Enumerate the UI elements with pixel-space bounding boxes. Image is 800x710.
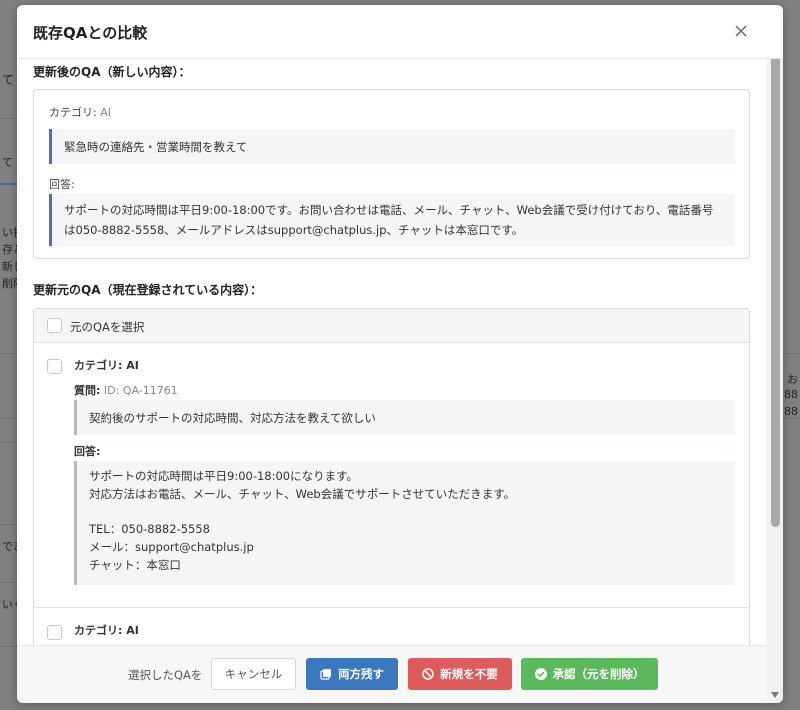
cancel-button-label: キャンセル: [224, 667, 283, 681]
check-circle-icon: [534, 668, 547, 680]
qa-item-category: カテゴリ: AI: [74, 622, 139, 638]
copy-icon: [320, 668, 332, 680]
answer-line: メール：support@chatplus.jp: [89, 540, 254, 554]
item-divider: [34, 607, 749, 608]
qa-item-question-meta: 質問: ID: QA-11761: [74, 382, 178, 398]
new-question: 緊急時の連絡先・営業時間を教えて: [49, 129, 735, 164]
bg-divider: [780, 353, 800, 354]
category-value: AI: [126, 624, 139, 637]
ban-icon: [422, 668, 434, 680]
reject-new-label: 新規を不要: [440, 667, 498, 681]
cancel-button[interactable]: キャンセル: [211, 658, 296, 690]
question-label: 質問:: [74, 384, 101, 397]
old-question: 契約後のサポートの対応時間、対応方法を教えて欲しい: [74, 400, 735, 435]
new-qa-heading: 更新後のQA（新しい内容）：: [33, 65, 191, 79]
qa-item-category: カテゴリ: AI: [74, 357, 139, 373]
scroll-down-arrow-icon[interactable]: [770, 691, 780, 699]
modal-footer: 選択したQAを キャンセル 両方残す 新規を不要 承認（元を削除）: [17, 645, 783, 703]
old-answer: サポートの対応時間は平日9:00-18:00になります。 対応方法はお電話、メー…: [74, 461, 735, 585]
answer-line: サポートの対応時間は平日9:00-18:00になります。: [89, 469, 358, 483]
qa-item-checkbox[interactable]: [47, 625, 62, 640]
select-all-bar[interactable]: 元のQAを選択: [34, 309, 749, 343]
category-label: カテゴリ:: [74, 624, 123, 637]
question-id: ID: QA-11761: [103, 384, 178, 397]
modal-body: 更新後のQA（新しい内容）： カテゴリ: AI 緊急時の連絡先・営業時間を教えて…: [17, 59, 767, 645]
close-icon[interactable]: [733, 23, 749, 39]
select-all-checkbox[interactable]: [47, 318, 62, 333]
approve-button[interactable]: 承認（元を削除）: [521, 658, 658, 690]
qa-item-checkbox[interactable]: [47, 359, 62, 374]
modal-scrollbar[interactable]: [767, 5, 783, 703]
approve-label: 承認（元を削除）: [552, 667, 645, 681]
bg-text: 88: [784, 388, 798, 401]
category-value: AI: [126, 359, 139, 372]
new-answer-label: 回答:: [49, 178, 75, 191]
old-answer-label: 回答:: [74, 445, 101, 458]
reject-new-button[interactable]: 新規を不要: [408, 658, 512, 690]
modal-title: 既存QAとの比較: [33, 24, 148, 42]
category-value: AI: [100, 106, 111, 119]
bg-divider: [780, 418, 800, 419]
category-label: カテゴリ:: [49, 106, 97, 119]
modal-header: 既存QAとの比較: [17, 5, 783, 59]
new-answer: サポートの対応時間は平日9:00-18:00です。お問い合わせは電話、メール、チ…: [49, 194, 735, 246]
old-qa-heading: 更新元のQA（現在登録されている内容）：: [33, 283, 263, 297]
old-qa-card: 元のQAを選択 カテゴリ: AI 質問: ID: QA-11761 契約後のサポ…: [33, 308, 750, 645]
keep-both-button[interactable]: 両方残す: [306, 658, 398, 690]
bg-text: 88: [784, 405, 798, 418]
answer-line: 対応方法はお電話、メール、チャット、Web会議でサポートさせていただきます。: [89, 487, 516, 501]
scrollbar-thumb[interactable]: [771, 37, 780, 527]
category-label: カテゴリ:: [74, 359, 123, 372]
select-all-label: 元のQAを選択: [70, 320, 145, 334]
footer-label: 選択したQAを: [128, 668, 203, 682]
new-qa-category: カテゴリ: AI: [49, 104, 111, 120]
bg-text: て: [2, 156, 13, 169]
bg-text: て: [2, 73, 15, 87]
keep-both-label: 両方残す: [338, 667, 384, 681]
compare-modal: 既存QAとの比較 更新後のQA（新しい内容）： カテゴリ: AI 緊急時の連絡先…: [17, 5, 783, 703]
answer-line: チャット：本窓口: [89, 558, 181, 572]
answer-line: [89, 503, 723, 520]
bg-text: お: [787, 373, 798, 386]
answer-line: TEL：050-8882-5558: [89, 522, 210, 536]
new-qa-card: カテゴリ: AI 緊急時の連絡先・営業時間を教えて 回答: サポートの対応時間は…: [33, 89, 750, 259]
